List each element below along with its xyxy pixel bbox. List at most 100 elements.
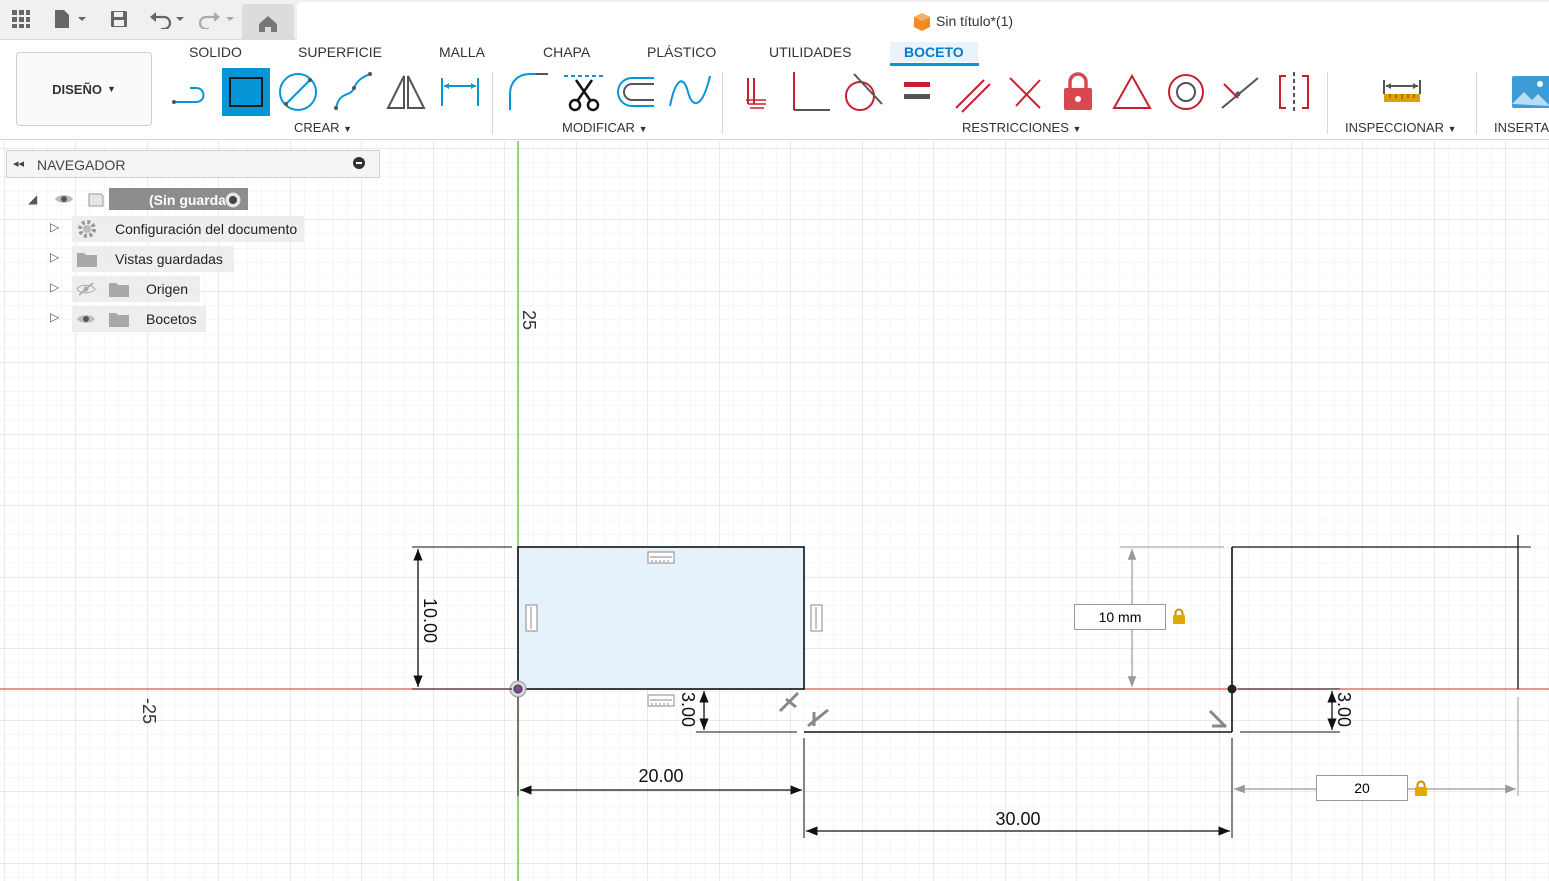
create-menu-label: CREAR [294, 120, 340, 135]
collinear-tool[interactable] [1218, 70, 1262, 114]
home-tab[interactable] [242, 4, 294, 40]
tab-boceto[interactable]: BOCETO [890, 42, 978, 62]
equal-tool[interactable] [896, 70, 940, 114]
grid-label-horizontal: -25 [139, 698, 159, 724]
workspace-switcher-button[interactable]: DISEÑO ▼ [16, 52, 152, 126]
vertical-constraint-icon[interactable] [810, 604, 823, 632]
file-menu-icon[interactable] [50, 8, 90, 30]
vertical-constraint-icon[interactable] [525, 604, 538, 632]
offset-tool[interactable] [614, 70, 658, 114]
rectangle-tool[interactable] [222, 68, 270, 116]
fillet-icon [509, 73, 548, 110]
height-dimension-input[interactable] [1074, 604, 1166, 630]
line-tool[interactable] [170, 70, 214, 114]
undo-icon[interactable] [146, 8, 190, 30]
fix-unfix-tool[interactable] [1056, 70, 1100, 114]
tab-malla[interactable]: MALLA [439, 44, 485, 60]
expand-triangle-icon[interactable]: ▷ [50, 220, 59, 234]
toolbar-separator [722, 72, 723, 134]
folder-icon [108, 280, 130, 301]
sketch-rectangle[interactable] [517, 546, 805, 690]
perpendicular-icon [793, 72, 830, 111]
redo-icon[interactable] [194, 8, 238, 30]
arc-icon [334, 72, 372, 110]
constraints-menu[interactable]: RESTRICCIONES ▼ [962, 120, 1081, 135]
tab-solido[interactable]: SOLIDO [189, 44, 242, 60]
dimension-height-text[interactable]: 10.00 [420, 598, 440, 643]
tab-plastico[interactable]: PLÁSTICO [647, 44, 716, 60]
chevron-down-icon: ▼ [106, 84, 116, 94]
tab-utilidades[interactable]: UTILIDADES [769, 44, 851, 60]
sketch-dimension-icon [441, 78, 479, 106]
symmetry-tool[interactable] [1272, 70, 1316, 114]
parallel-icon [955, 79, 991, 113]
lock-icon[interactable] [1172, 608, 1186, 624]
equal-icon [904, 82, 930, 99]
component-icon [86, 190, 106, 211]
fillet-tool[interactable] [506, 70, 550, 114]
perpendicular-lines-icon [1009, 77, 1041, 109]
concentric-icon [1168, 74, 1204, 110]
mirror-tool[interactable] [384, 70, 428, 114]
triangle-tool[interactable] [1110, 70, 1154, 114]
horizontal-constraint-icon[interactable] [647, 694, 675, 707]
browser-panel-header[interactable]: ◂◂ NAVEGADOR [6, 150, 380, 178]
dimension-tool[interactable] [438, 70, 482, 114]
tree-root[interactable]: ◢ (Sin guardar) [26, 188, 256, 214]
eye-hidden-icon[interactable] [76, 282, 96, 299]
perpendicular-lines-tool[interactable] [1002, 70, 1046, 114]
concentric-tool[interactable] [1164, 70, 1208, 114]
arc-tool[interactable] [330, 70, 374, 114]
measure-tool[interactable] [1380, 70, 1424, 114]
eye-icon[interactable] [54, 192, 74, 209]
active-tab-indicator [890, 63, 979, 66]
dimension-width-text[interactable]: 20.00 [638, 766, 683, 786]
tree-item-origin[interactable]: ▷ Origen [48, 276, 208, 302]
chevron-down-icon: ▼ [1072, 124, 1082, 134]
save-icon[interactable] [106, 8, 132, 30]
scissors-icon [564, 75, 604, 112]
spline-tool[interactable] [668, 70, 712, 114]
lock-icon[interactable] [1414, 780, 1428, 796]
inspect-menu[interactable]: INSPECCIONAR ▼ [1345, 120, 1457, 135]
collapse-panel-icon[interactable]: ◂◂ [13, 157, 24, 170]
minimize-icon[interactable] [353, 157, 365, 169]
coincident-tool[interactable] [736, 70, 780, 114]
image-icon [1512, 76, 1549, 108]
width-dimension-input[interactable] [1316, 775, 1408, 801]
tree-item-sketches[interactable]: ▷ Bocetos [48, 306, 208, 332]
parallel-tool[interactable] [950, 70, 994, 114]
folder-icon [76, 250, 98, 271]
inspect-menu-label: INSPECCIONAR [1345, 120, 1444, 135]
activate-radio-icon[interactable] [224, 191, 242, 212]
dimension-offset-left-text[interactable]: 3.00 [678, 692, 698, 727]
mirror-icon [386, 75, 426, 109]
tangent-icon [845, 73, 883, 111]
component-cube-icon [914, 13, 930, 31]
circle-tool[interactable] [276, 70, 320, 114]
dimension-offset-right-text[interactable]: 3.00 [1334, 692, 1354, 727]
insert-menu[interactable]: INSERTA [1494, 120, 1549, 135]
trim-tool[interactable] [562, 70, 606, 114]
title-bar: Sin título*(1) [0, 0, 1549, 40]
expand-triangle-icon[interactable]: ▷ [50, 310, 59, 324]
perpendicular-tool[interactable] [788, 70, 832, 114]
tangent-tool[interactable] [840, 70, 884, 114]
horizontal-constraint-icon[interactable] [647, 551, 675, 564]
chevron-down-icon: ▼ [638, 124, 648, 134]
tab-superficie[interactable]: SUPERFICIE [298, 44, 382, 60]
insert-image-tool[interactable] [1508, 70, 1549, 114]
apps-grid-icon[interactable] [8, 8, 34, 30]
expand-triangle-icon[interactable]: ▷ [50, 280, 59, 294]
collapse-triangle-icon[interactable]: ◢ [28, 192, 37, 206]
create-menu[interactable]: CREAR ▼ [294, 120, 352, 135]
workspace-label: DISEÑO [52, 81, 102, 97]
sketch-point[interactable] [1227, 684, 1237, 694]
tree-item-saved-views[interactable]: ▷ Vistas guardadas [48, 246, 248, 272]
eye-icon[interactable] [76, 312, 96, 329]
tab-chapa[interactable]: CHAPA [543, 44, 590, 60]
dimension-gap-text[interactable]: 30.00 [995, 809, 1040, 829]
modify-menu[interactable]: MODIFICAR ▼ [562, 120, 648, 135]
tree-item-document-settings[interactable]: ▷ Configuración del documento [48, 216, 308, 242]
expand-triangle-icon[interactable]: ▷ [50, 250, 59, 264]
